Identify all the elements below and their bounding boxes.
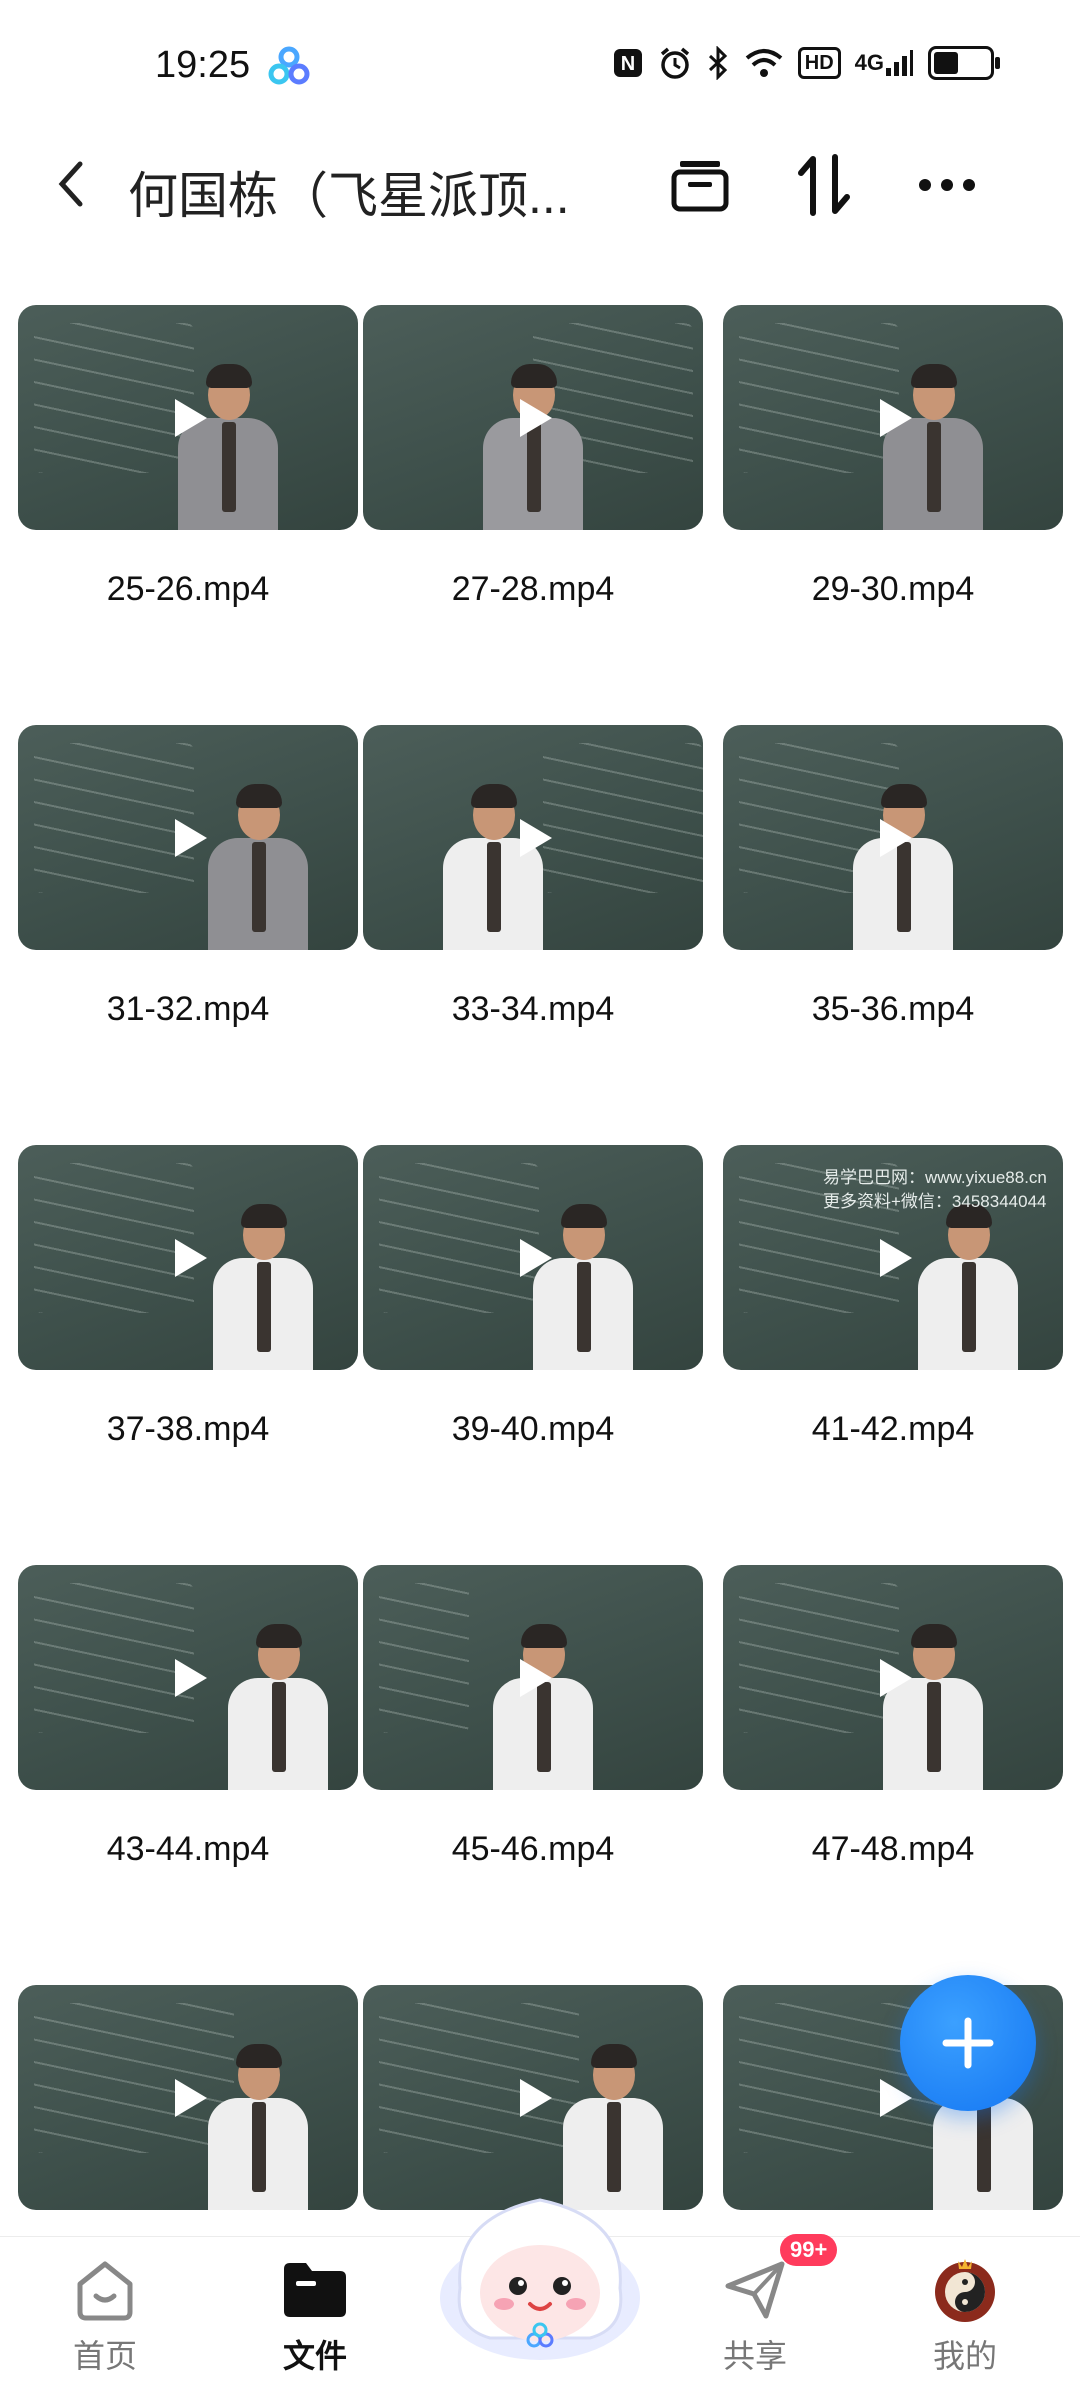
video-thumbnail bbox=[363, 1985, 703, 2210]
file-grid: 25-26.mp4 27-28.mp4 29-30.mp4 31-32.mp4 … bbox=[0, 305, 1080, 2230]
play-icon bbox=[520, 818, 552, 857]
play-icon bbox=[880, 398, 912, 437]
video-thumbnail bbox=[363, 1565, 703, 1790]
plus-icon bbox=[942, 2017, 994, 2069]
play-icon bbox=[175, 818, 207, 857]
bluetooth-icon bbox=[706, 46, 730, 80]
nav-label: 文件 bbox=[282, 2338, 347, 2374]
status-time: 19:25 bbox=[155, 44, 251, 86]
play-icon bbox=[880, 818, 912, 857]
status-bar: 19:25 N HD 4G bbox=[0, 0, 1080, 130]
video-thumbnail bbox=[18, 1565, 358, 1790]
play-icon bbox=[520, 1238, 552, 1277]
file-name: 31-32.mp4 bbox=[106, 990, 270, 1028]
home-icon bbox=[77, 2261, 133, 2321]
nav-label: 共享 bbox=[722, 2338, 787, 2374]
more-icon bbox=[919, 179, 975, 191]
video-thumbnail bbox=[18, 1985, 358, 2210]
file-name: 33-34.mp4 bbox=[451, 990, 615, 1028]
file-name: 37-38.mp4 bbox=[106, 1410, 270, 1448]
video-thumbnail bbox=[723, 1565, 1063, 1790]
play-icon bbox=[880, 1658, 912, 1697]
nav-home[interactable]: 首页 bbox=[30, 2255, 180, 2377]
watermark-line: 更多资料+微信：3458344044 bbox=[823, 1192, 1047, 1211]
play-icon bbox=[520, 2078, 552, 2117]
video-thumbnail bbox=[723, 725, 1063, 950]
archive-icon bbox=[671, 161, 729, 212]
mascot-icon bbox=[440, 2198, 640, 2360]
nav-label: 首页 bbox=[72, 2338, 137, 2374]
video-thumbnail bbox=[363, 725, 703, 950]
file-name: 29-30.mp4 bbox=[811, 570, 975, 608]
archive-button[interactable] bbox=[665, 150, 735, 220]
file-name: 45-46.mp4 bbox=[451, 1830, 615, 1868]
play-icon bbox=[880, 1238, 912, 1277]
wifi-icon bbox=[744, 47, 784, 79]
nav-share[interactable]: 共享 bbox=[680, 2255, 830, 2377]
play-icon bbox=[175, 398, 207, 437]
video-thumbnail bbox=[18, 1145, 358, 1370]
video-thumbnail: 易学巴巴网：www.yixue88.cn 更多资料+微信：3458344044 bbox=[723, 1145, 1063, 1370]
file-name: 27-28.mp4 bbox=[451, 570, 615, 608]
folder-icon bbox=[284, 2263, 346, 2317]
video-thumbnail bbox=[363, 305, 703, 530]
folder-title: 何国栋（飞星派顶... bbox=[128, 168, 570, 224]
svg-text:N: N bbox=[621, 53, 635, 75]
video-thumbnail bbox=[363, 1145, 703, 1370]
share-badge: 99+ bbox=[780, 2234, 838, 2266]
play-icon bbox=[520, 1658, 552, 1697]
file-name: 35-36.mp4 bbox=[811, 990, 975, 1028]
back-button[interactable] bbox=[50, 154, 90, 214]
video-thumbnail bbox=[18, 305, 358, 530]
file-name: 41-42.mp4 bbox=[811, 1410, 975, 1448]
watermark-line: 易学巴巴网：www.yixue88.cn bbox=[823, 1168, 1047, 1187]
video-thumbnail bbox=[723, 305, 1063, 530]
play-icon bbox=[175, 1238, 207, 1277]
back-icon bbox=[58, 161, 83, 207]
nav-profile[interactable]: 我的 bbox=[890, 2255, 1040, 2377]
hd-icon: HD bbox=[797, 47, 841, 79]
cellular-signal-icon: 4G bbox=[855, 48, 914, 78]
play-icon bbox=[880, 2078, 912, 2117]
more-options-button[interactable] bbox=[912, 150, 982, 220]
add-button[interactable] bbox=[900, 1975, 1036, 2111]
file-name: 25-26.mp4 bbox=[106, 570, 270, 608]
play-icon bbox=[520, 398, 552, 437]
file-name: 43-44.mp4 bbox=[106, 1830, 270, 1868]
cloud-sync-icon bbox=[268, 46, 310, 91]
sort-button[interactable] bbox=[790, 150, 860, 220]
play-icon bbox=[175, 1658, 207, 1697]
share-icon bbox=[725, 2261, 785, 2319]
video-thumbnail bbox=[18, 725, 358, 950]
top-bar: 何国栋（飞星派顶... bbox=[0, 130, 1080, 240]
nfc-icon: N bbox=[612, 47, 644, 79]
play-icon bbox=[175, 2078, 207, 2117]
file-name: 47-48.mp4 bbox=[811, 1830, 975, 1868]
assistant-mascot-button[interactable] bbox=[430, 2178, 650, 2368]
alarm-icon bbox=[658, 46, 692, 80]
nav-files[interactable]: 文件 bbox=[240, 2255, 390, 2377]
sort-icon bbox=[798, 154, 850, 216]
file-name: 39-40.mp4 bbox=[451, 1410, 615, 1448]
nav-label: 我的 bbox=[932, 2338, 997, 2374]
battery-icon bbox=[928, 46, 1000, 80]
avatar bbox=[935, 2259, 995, 2322]
